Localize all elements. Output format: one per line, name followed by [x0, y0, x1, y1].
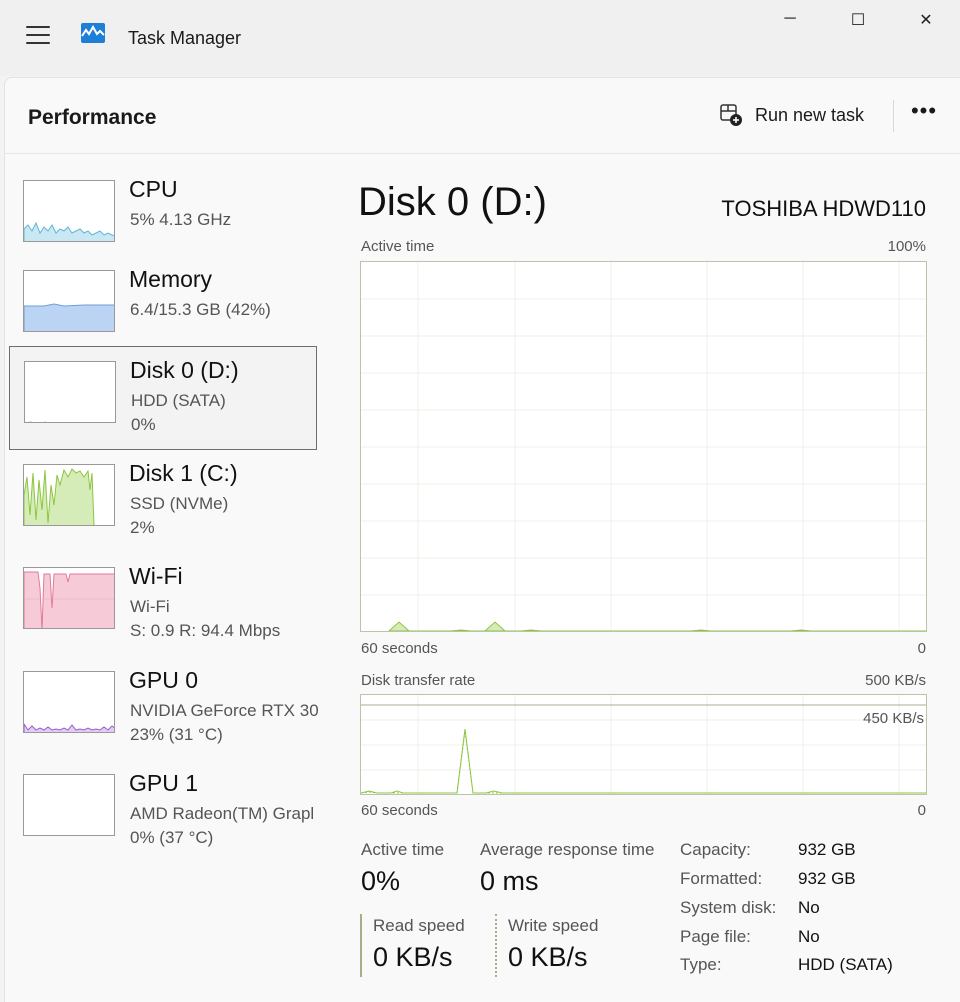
sidebar-item-name: GPU 0 — [129, 667, 199, 693]
write-speed-label: Write speed — [508, 916, 599, 935]
type-value: HDD (SATA) — [798, 955, 893, 974]
sidebar-item-name: GPU 1 — [129, 770, 199, 796]
minimize-button[interactable]: ─ — [778, 10, 802, 30]
transfer-rate-graph — [360, 694, 927, 795]
page-file-value: No — [798, 927, 820, 946]
active-time-stat-label: Active time — [361, 840, 445, 859]
active-time-graph-min: 0 — [917, 640, 926, 657]
read-speed-value: 0 KB/s — [373, 942, 453, 972]
sidebar-item-value: 0% (37 °C) — [130, 828, 214, 847]
active-time-stat-value: 0% — [361, 866, 401, 896]
main-panel: Performance Run new task ••• CPU 5% 4.13… — [4, 77, 960, 1002]
system-disk-label: System disk: — [680, 898, 777, 917]
disk-title: Disk 0 (D:) — [358, 180, 547, 224]
gpu-1-thumbnail-graph — [23, 774, 115, 836]
disk-1-thumbnail-graph — [23, 464, 115, 526]
sidebar-item-wifi[interactable]: Wi-Fi Wi-Fi S: 0.9 R: 94.4 Mbps — [9, 553, 317, 657]
sidebar-item-gpu-1[interactable]: GPU 1 AMD Radeon(TM) Grapl 0% (37 °C) — [9, 760, 317, 864]
sidebar-item-detail: AMD Radeon(TM) Grapl — [130, 804, 315, 823]
sidebar-item-memory[interactable]: Memory 6.4/15.3 GB (42%) — [9, 256, 317, 360]
cpu-thumbnail-graph — [23, 180, 115, 242]
close-button[interactable]: ✕ — [914, 10, 938, 30]
wifi-thumbnail-graph — [23, 567, 115, 629]
active-time-graph-label: Active time — [361, 238, 435, 255]
system-disk-value: No — [798, 898, 820, 917]
app-title: Task Manager — [128, 28, 242, 48]
transfer-rate-graph-max: 500 KB/s — [865, 672, 926, 689]
capacity-label: Capacity: — [680, 840, 751, 859]
sidebar-item-name: Disk 1 (C:) — [129, 460, 238, 486]
sidebar-item-name: CPU — [129, 176, 178, 202]
formatted-value: 932 GB — [798, 869, 856, 888]
run-new-task-label: Run new task — [755, 104, 865, 125]
sidebar-item-value: 2% — [130, 518, 155, 537]
task-manager-logo-icon — [81, 23, 105, 43]
write-speed-value: 0 KB/s — [508, 942, 588, 972]
transfer-rate-graph-min: 0 — [917, 802, 926, 819]
sidebar-item-name: Disk 0 (D:) — [130, 357, 239, 383]
capacity-value: 932 GB — [798, 840, 856, 859]
type-label: Type: — [680, 955, 722, 974]
sidebar-item-detail: Wi-Fi — [130, 597, 170, 616]
active-time-graph-max: 100% — [887, 238, 926, 255]
run-new-task-icon — [720, 104, 742, 126]
memory-thumbnail-graph — [23, 270, 115, 332]
transfer-rate-graph-label: Disk transfer rate — [361, 672, 476, 689]
avg-response-stat-value: 0 ms — [480, 866, 539, 896]
sidebar-item-gpu-0[interactable]: GPU 0 NVIDIA GeForce RTX 30 23% (31 °C) — [9, 657, 319, 761]
write-speed-indicator — [495, 914, 497, 977]
run-new-task-button[interactable]: Run new task — [719, 100, 864, 130]
sidebar-item-value: S: 0.9 R: 94.4 Mbps — [130, 621, 281, 640]
hamburger-menu-icon[interactable] — [26, 26, 50, 44]
title-bar: Task Manager ─ ☐ ✕ — [0, 0, 960, 76]
sidebar-item-detail: HDD (SATA) — [131, 391, 226, 410]
sidebar-item-disk-0[interactable]: Disk 0 (D:) HDD (SATA) 0% — [9, 346, 317, 450]
sidebar-item-name: Memory — [129, 266, 213, 292]
sidebar-item-cpu[interactable]: CPU 5% 4.13 GHz — [9, 166, 317, 270]
header-divider — [893, 100, 894, 132]
formatted-label: Formatted: — [680, 869, 763, 888]
active-time-graph-time: 60 seconds — [361, 640, 438, 657]
page-header: Performance Run new task ••• — [5, 78, 960, 154]
disk-0-thumbnail-graph — [24, 361, 116, 423]
sidebar-item-value: 0% — [131, 415, 156, 434]
read-speed-label: Read speed — [373, 916, 465, 935]
sidebar-item-detail: 6.4/15.3 GB (42%) — [130, 300, 271, 319]
read-speed-indicator — [360, 914, 362, 977]
active-time-graph — [360, 261, 927, 632]
sidebar-item-detail: NVIDIA GeForce RTX 30 — [130, 701, 319, 720]
page-title: Performance — [28, 106, 157, 129]
disk-model: TOSHIBA HDWD110 — [721, 196, 926, 221]
more-options-button[interactable]: ••• — [907, 100, 941, 126]
sidebar-item-value: 23% (31 °C) — [130, 725, 223, 744]
sidebar-item-detail: 5% 4.13 GHz — [130, 210, 232, 229]
sidebar-item-detail: SSD (NVMe) — [130, 494, 229, 513]
gpu-0-thumbnail-graph — [23, 671, 115, 733]
sidebar-item-disk-1[interactable]: Disk 1 (C:) SSD (NVMe) 2% — [9, 450, 317, 554]
maximize-button[interactable]: ☐ — [846, 10, 870, 30]
sidebar-item-name: Wi-Fi — [129, 563, 183, 589]
transfer-rate-graph-time: 60 seconds — [361, 802, 438, 819]
avg-response-stat-label: Average response time — [480, 840, 655, 859]
transfer-rate-line-label: 450 KB/s — [863, 710, 924, 727]
page-file-label: Page file: — [680, 927, 751, 946]
